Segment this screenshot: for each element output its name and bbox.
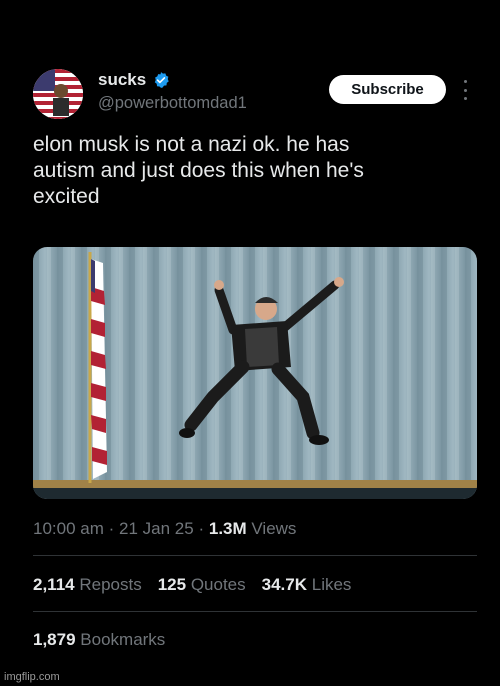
tweet-meta: 10:00 am · 21 Jan 25 · 1.3M Views (33, 519, 296, 539)
likes-label: Likes (311, 575, 352, 594)
display-name[interactable]: sucks (98, 70, 146, 90)
watermark: imgflip.com (4, 671, 60, 683)
quotes-link[interactable]: 125 Quotes (158, 575, 246, 595)
tweet-date[interactable]: 21 Jan 25 (119, 519, 194, 538)
meta-separator: · (108, 519, 115, 538)
meta-separator: · (198, 519, 205, 538)
more-options-icon[interactable] (460, 80, 470, 100)
tweet-line: elon musk is not a nazi ok. he has (33, 133, 350, 156)
divider (33, 555, 477, 556)
author-row: sucks (98, 70, 170, 90)
likes-link[interactable]: 34.7K Likes (262, 575, 352, 595)
avatar-flag-image (33, 69, 83, 119)
tweet-line: autism and just does this when he's (33, 159, 364, 182)
subscribe-button[interactable]: Subscribe (329, 75, 446, 104)
bookmarks-link[interactable]: 1,879 Bookmarks (33, 630, 165, 650)
engagement-stats: 2,114 Reposts 125 Quotes 34.7K Likes (33, 575, 351, 595)
reposts-label: Reposts (79, 575, 142, 594)
likes-count: 34.7K (261, 575, 308, 594)
quotes-count: 125 (157, 575, 187, 594)
tweet-line: excited (33, 185, 100, 208)
tweet-time[interactable]: 10:00 am (33, 519, 104, 538)
avatar[interactable] (33, 69, 83, 119)
verified-badge-icon (152, 71, 170, 89)
views-count: 1.3M (208, 519, 247, 538)
bookmarks-count: 1,879 (33, 630, 76, 649)
views-label: Views (251, 519, 297, 538)
user-handle[interactable]: @powerbottomdad1 (98, 94, 247, 113)
bookmarks-label: Bookmarks (80, 630, 166, 649)
quotes-label: Quotes (190, 575, 246, 594)
divider (33, 611, 477, 612)
reposts-count: 2,114 (33, 575, 75, 594)
reposts-link[interactable]: 2,114 Reposts (33, 575, 142, 595)
tweet-media-image[interactable] (33, 247, 477, 499)
tweet-text: elon musk is not a nazi ok. he has autis… (33, 132, 473, 210)
